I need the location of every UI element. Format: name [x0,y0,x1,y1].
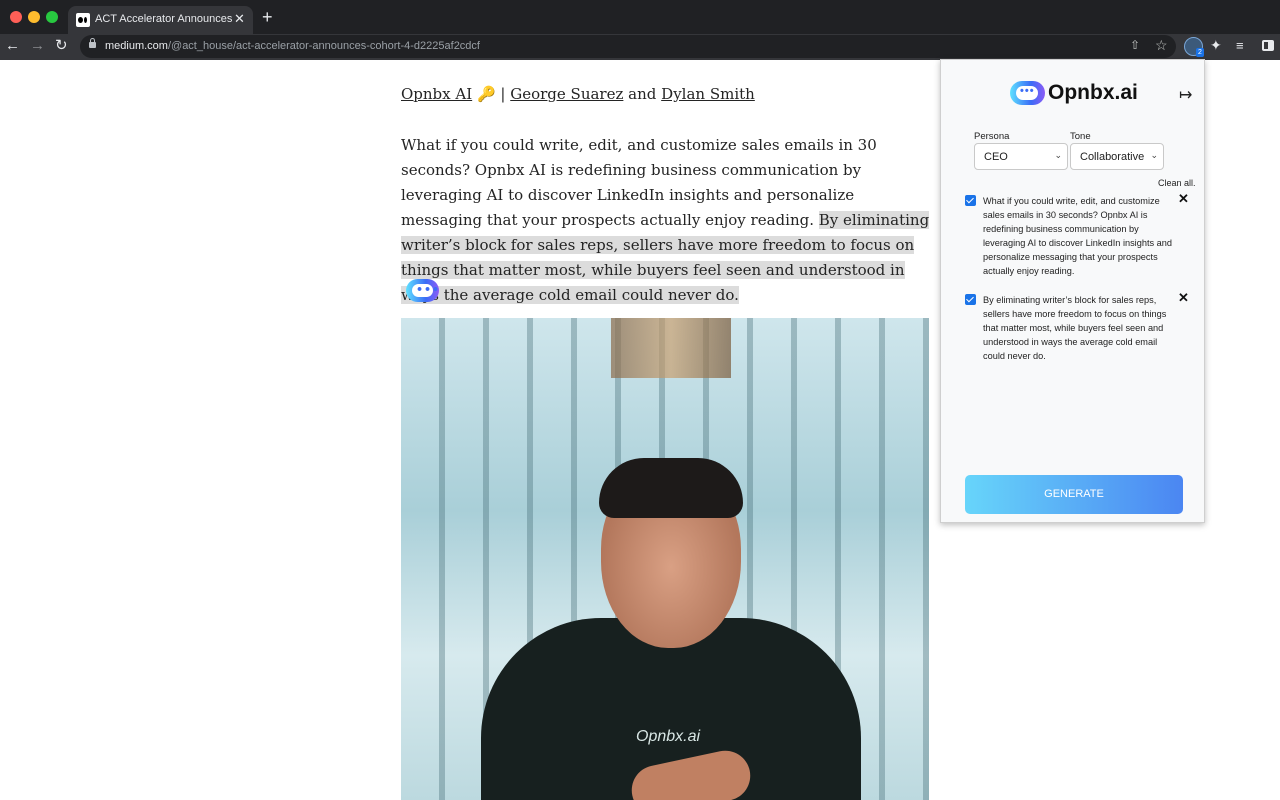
byline-separator: | [500,85,506,103]
logo-dots: ••• [1020,85,1035,97]
remove-snippet-icon[interactable]: ✕ [1178,191,1189,207]
photo-ceiling [611,318,731,378]
tone-value: Collaborative [1080,151,1145,163]
snippet-text: By eliminating writer’s block for sales … [983,295,1167,361]
media-queue-icon[interactable]: ≡ [1236,38,1244,53]
snippet-item: What if you could write, edit, and custo… [965,191,1195,276]
photo-person-hair [599,458,743,518]
remove-snippet-icon[interactable]: ✕ [1178,290,1189,306]
byline: Opnbx AI 🔑 | George Suarez and Dylan Smi… [401,85,755,103]
browser-tab-bar: ACT Accelerator Announces Cο ✕ + [0,0,1280,34]
back-arrow-icon[interactable]: ← [5,37,20,55]
window-close-button[interactable] [10,11,22,23]
side-panel-icon[interactable] [1262,40,1274,51]
extension-badge: 2 [1196,48,1204,57]
snippet-checkbox[interactable] [965,294,976,305]
medium-favicon-icon [76,13,90,27]
browser-toolbar: ← → ↻ medium.com/@act_house/act-accelera… [0,34,1280,60]
key-emoji: 🔑 [476,85,496,103]
shirt-logo: Opnbx.ai [636,728,701,745]
window-minimize-button[interactable] [28,11,40,23]
tone-select[interactable]: Collaborative ⌄ [1070,143,1164,170]
byline-and: and [628,85,657,103]
tone-label: Tone [1070,131,1091,142]
author-link-dylan[interactable]: Dylan Smith [661,85,755,103]
extensions-puzzle-icon[interactable]: ✦ [1210,37,1222,54]
new-tab-button[interactable]: + [262,8,273,26]
snippet-checkbox[interactable] [965,195,976,206]
window-maximize-button[interactable] [46,11,58,23]
tab-close-icon[interactable]: ✕ [234,11,245,27]
chevron-down-icon: ⌄ [1150,150,1158,160]
persona-value: CEO [984,151,1008,163]
browser-tab[interactable]: ACT Accelerator Announces Cο ✕ [68,6,253,34]
collapse-panel-icon[interactable]: ↦ [1179,85,1192,105]
article-photo: Opnbx.ai [401,318,929,800]
url-domain: medium.com [105,40,168,52]
opnbx-inline-bubble-icon[interactable]: ••• [406,279,439,302]
bubble-dots: ••• [416,283,441,296]
author-link-george[interactable]: George Suarez [510,85,623,103]
reload-icon[interactable]: ↻ [55,37,68,55]
lock-icon[interactable] [89,38,96,48]
snippet-item: By eliminating writer’s block for sales … [965,290,1195,373]
generate-button[interactable]: GENERATE [965,475,1183,514]
brand-name: Opnbx.ai [1048,81,1138,104]
address-bar[interactable]: medium.com/@act_house/act-accelerator-an… [80,35,1176,58]
tab-title: ACT Accelerator Announces Cο [95,13,233,25]
url-text[interactable]: medium.com/@act_house/act-accelerator-an… [105,40,480,52]
paragraph-plain-text: What if you could write, edit, and custo… [401,136,877,229]
chevron-down-icon: ⌄ [1054,150,1062,160]
persona-label: Persona [974,131,1010,142]
article-paragraph: What if you could write, edit, and custo… [401,133,936,308]
url-path: /@act_house/act-accelerator-announces-co… [167,40,480,52]
share-icon[interactable]: ⇧ [1130,38,1140,52]
bookmark-star-icon[interactable]: ☆ [1155,37,1168,54]
persona-select[interactable]: CEO ⌄ [974,143,1068,170]
snippet-text: What if you could write, edit, and custo… [983,196,1172,276]
forward-arrow-icon[interactable]: → [30,37,45,55]
opnbx-logo-icon: ••• [1010,81,1045,105]
company-link[interactable]: Opnbx AI [401,85,472,103]
opnbx-extension-panel: ••• Opnbx.ai ↦ Persona CEO ⌄ Tone Collab… [940,59,1205,523]
clean-all-link[interactable]: Clean all. [1158,178,1196,188]
